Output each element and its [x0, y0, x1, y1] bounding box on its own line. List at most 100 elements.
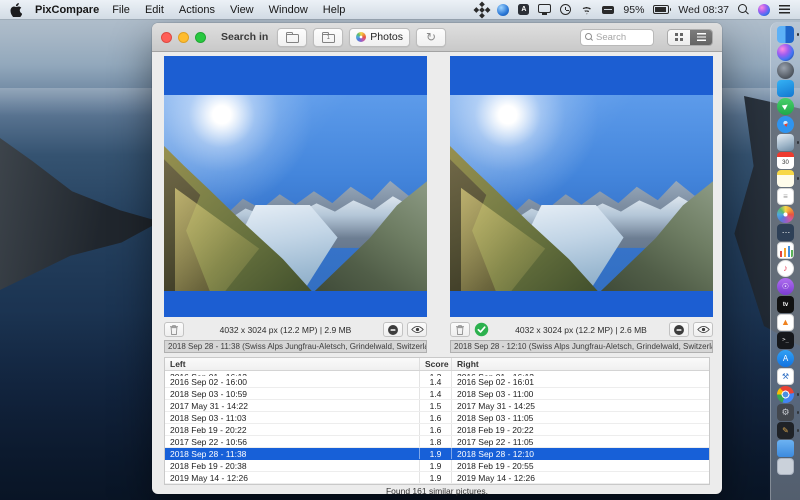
menu-items: File Edit Actions View Window Help: [112, 4, 345, 16]
globe-icon[interactable]: [497, 3, 510, 16]
dock-terminal[interactable]: >_: [777, 332, 794, 349]
right-dimensions-label: 4032 x 3024 px (12.2 MP) | 2.6 MB: [515, 324, 647, 335]
table-body: 2016 Sep 01 - 16:121.32016 Sep 01 - 16:1…: [165, 371, 709, 484]
grid-view-button[interactable]: [668, 29, 690, 45]
menubar-app-name[interactable]: PixCompare: [35, 4, 99, 16]
list-icon: [696, 33, 706, 41]
spotlight-icon[interactable]: [738, 4, 749, 15]
dock-calendar[interactable]: 30: [777, 152, 794, 169]
dock-gears[interactable]: ⚙: [777, 404, 799, 421]
table-row[interactable]: 2018 Sep 03 - 10:59 1.4 2018 Sep 03 - 11:0…: [165, 388, 709, 400]
menu-bar: PixCompare File Edit Actions View Window Help…: [0, 0, 800, 19]
dock-appstore[interactable]: A: [777, 350, 794, 367]
menu-file[interactable]: File: [112, 4, 130, 16]
app-a-icon[interactable]: [518, 4, 530, 15]
right-preview-button[interactable]: [693, 322, 713, 337]
dock-launchpad[interactable]: [777, 62, 794, 79]
dock-reminders[interactable]: ≡: [777, 188, 794, 205]
search-photos-button[interactable]: Photos: [349, 27, 410, 47]
left-delete-button[interactable]: [164, 322, 184, 337]
right-selected-check: [474, 322, 489, 337]
pixcompare-window: Search in 1 Photos ↻ Search 4032 x 3024 …: [152, 23, 722, 496]
search-in-label: Search in: [221, 31, 269, 43]
check-circle-icon: [474, 322, 489, 337]
dock-plane[interactable]: ▶: [777, 98, 794, 115]
search-field[interactable]: [580, 28, 654, 46]
table-row[interactable]: 2018 Sep 03 - 11:03 1.6 2018 Sep 03 - 11:0…: [165, 412, 709, 424]
dock-siri[interactable]: [777, 44, 794, 61]
left-meta-row: 4032 x 3024 px (12.2 MP) | 2.9 MB: [164, 321, 427, 338]
right-caption-field: 2018 Sep 28 - 12:10 (Swiss Alps Jungfrau…: [450, 340, 713, 353]
table-row[interactable]: 2019 May 14 - 12:26 1.9 2019 May 14 - 12:2…: [165, 472, 709, 484]
minimize-button[interactable]: [178, 31, 189, 43]
dropbox-icon[interactable]: [476, 4, 488, 16]
close-button[interactable]: [161, 31, 172, 43]
window-titlebar[interactable]: Search in 1 Photos ↻: [152, 23, 722, 52]
dock-xcode[interactable]: ⚒: [777, 368, 794, 385]
menu-help[interactable]: Help: [323, 4, 346, 16]
dock-vlc[interactable]: ▲: [777, 314, 794, 331]
search-input[interactable]: [596, 31, 649, 43]
folder-icon: [285, 31, 299, 43]
menu-actions[interactable]: Actions: [179, 4, 215, 16]
menu-view[interactable]: View: [230, 4, 254, 16]
table-row[interactable]: 2016 Sep 02 - 16:00 1.4 2016 Sep 02 - 16:0…: [165, 376, 709, 388]
circle-dash-icon: [388, 324, 398, 335]
eye-icon: [410, 325, 424, 334]
left-preview-button[interactable]: [407, 322, 427, 337]
column-left[interactable]: Left: [165, 358, 419, 370]
dock-pen[interactable]: ✎: [777, 422, 799, 439]
right-mark-button[interactable]: [669, 322, 689, 337]
menu-edit[interactable]: Edit: [145, 4, 164, 16]
right-picture-panel[interactable]: [450, 56, 713, 317]
right-meta-row: 4032 x 3024 px (12.2 MP) | 2.6 MB: [450, 321, 713, 338]
display-icon[interactable]: [538, 4, 552, 15]
dock-safari[interactable]: ▲: [777, 116, 794, 133]
table-row[interactable]: 2018 Sep 28 - 11:38 1.9 2018 Sep 28 - 12:1…: [165, 448, 709, 460]
zoom-button[interactable]: [195, 31, 206, 43]
dock-photos[interactable]: [777, 206, 794, 223]
dock-tv[interactable]: tv: [777, 296, 794, 313]
comparison-table: Left Score Right 2016 Sep 01 - 16:121.32…: [164, 357, 710, 485]
left-dimensions-label: 4032 x 3024 px (12.2 MP) | 2.9 MB: [219, 324, 352, 335]
search-folder-badge-button[interactable]: 1: [313, 27, 344, 47]
dock-notes[interactable]: [777, 170, 799, 187]
menu-window[interactable]: Window: [269, 4, 308, 16]
left-mark-button[interactable]: [383, 322, 403, 337]
photos-pinwheel-icon: [356, 32, 367, 42]
list-view-button[interactable]: [690, 29, 712, 45]
left-caption-field: 2018 Sep 28 - 11:38 (Swiss Alps Jungfrau…: [164, 340, 427, 353]
siri-icon[interactable]: [758, 3, 770, 16]
apple-menu-icon[interactable]: [10, 2, 22, 17]
dock-chrome[interactable]: [777, 386, 799, 403]
wifi-icon[interactable]: [580, 4, 594, 15]
refresh-icon: ↻: [425, 30, 437, 44]
column-right[interactable]: Right: [451, 358, 709, 370]
left-photo: [164, 95, 427, 291]
dock-trash[interactable]: [777, 458, 794, 475]
search-folder-button[interactable]: [277, 27, 308, 47]
folder-badge-icon: 1: [321, 31, 335, 43]
refresh-button[interactable]: ↻: [415, 27, 446, 47]
column-score[interactable]: Score: [419, 358, 451, 370]
circle-dash-icon: [674, 324, 684, 335]
battery-pack-icon[interactable]: [602, 5, 615, 14]
status-icons: 95% Wed 08:37: [476, 3, 790, 16]
battery-icon[interactable]: [653, 5, 672, 14]
left-picture-panel[interactable]: [164, 56, 427, 317]
notification-list-icon[interactable]: [779, 5, 790, 14]
table-row[interactable]: 2017 May 31 - 14:22 1.5 2017 May 31 - 14:2…: [165, 400, 709, 412]
table-row[interactable]: 2018 Feb 19 - 20:22 1.6 2018 Feb 19 - 20:2…: [165, 424, 709, 436]
dock-music[interactable]: ♪: [777, 260, 794, 277]
dock-podcasts[interactable]: ☉: [777, 278, 794, 295]
clock-icon[interactable]: [560, 4, 572, 15]
dock-finder[interactable]: [777, 26, 799, 43]
table-row[interactable]: 2018 Feb 19 - 20:38 1.9 2018 Feb 19 - 20:5…: [165, 460, 709, 472]
dock-chat[interactable]: …: [777, 224, 794, 241]
dock-vscode[interactable]: [777, 80, 794, 97]
dock-preview[interactable]: [777, 134, 799, 151]
table-row[interactable]: 2017 Sep 22 - 10:56 1.8 2017 Sep 22 - 11:0…: [165, 436, 709, 448]
dock-downloads[interactable]: [777, 440, 794, 457]
dock-chart[interactable]: [777, 242, 794, 259]
right-delete-button[interactable]: [450, 322, 470, 337]
